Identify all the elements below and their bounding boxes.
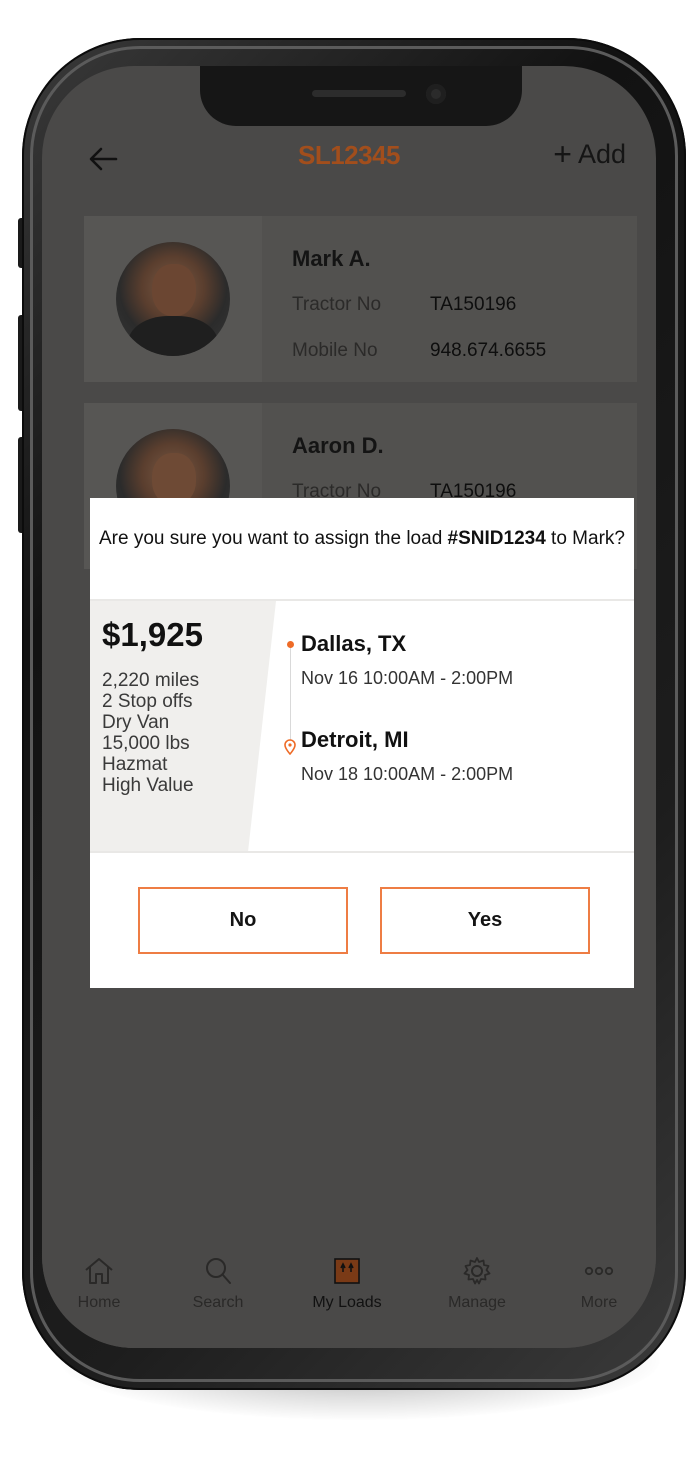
loads-icon bbox=[334, 1258, 360, 1284]
avatar-face bbox=[152, 264, 196, 316]
front-camera bbox=[426, 84, 446, 104]
load-id: #SNID1234 bbox=[447, 528, 546, 549]
driver-name: Aaron D. bbox=[292, 433, 384, 458]
nav-label-search: Search bbox=[192, 1294, 244, 1311]
driver-photo-column bbox=[84, 216, 262, 382]
yes-button[interactable]: Yes bbox=[380, 887, 590, 954]
nav-label-my-loads: My Loads bbox=[312, 1294, 382, 1311]
question-suffix: to Mark? bbox=[545, 528, 625, 549]
detail-equipment: Dry Van bbox=[102, 712, 170, 733]
detail-stops: 2 Stop offs bbox=[102, 691, 193, 712]
nav-item-more[interactable]: More bbox=[554, 1254, 644, 1312]
nav-item-manage[interactable]: Manage bbox=[432, 1254, 522, 1312]
search-icon bbox=[206, 1258, 231, 1284]
assign-load-dialog: Are you sure you want to assign the load… bbox=[90, 498, 634, 988]
mobile-label: Mobile No bbox=[292, 340, 378, 361]
load-price: $1,925 bbox=[102, 616, 203, 653]
route-line bbox=[290, 644, 291, 740]
origin-time: Nov 16 10:00AM - 2:00PM bbox=[301, 668, 514, 688]
no-button[interactable]: No bbox=[138, 887, 348, 954]
question-text: Are you sure you want to assign the load bbox=[99, 528, 448, 549]
bottom-navigation: Home Search My Loads Manage More bbox=[42, 1242, 656, 1348]
add-label: Add bbox=[577, 138, 626, 169]
nav-label-home: Home bbox=[77, 1294, 121, 1311]
destination-pin-icon bbox=[284, 739, 296, 755]
divider bbox=[90, 599, 634, 601]
tractor-number: TA150196 bbox=[430, 294, 517, 315]
add-button[interactable]: + Add bbox=[553, 138, 626, 170]
dialog-question: Are you sure you want to assign the load… bbox=[90, 526, 634, 552]
detail-weight: 15,000 lbs bbox=[102, 733, 190, 754]
plus-icon: + bbox=[553, 136, 572, 172]
home-icon bbox=[85, 1258, 113, 1284]
destination-time: Nov 18 10:00AM - 2:00PM bbox=[301, 764, 514, 784]
driver-name: Mark A. bbox=[292, 246, 371, 271]
notch bbox=[200, 66, 522, 126]
origin-dot-icon bbox=[287, 641, 294, 648]
origin-city: Dallas, TX bbox=[301, 631, 407, 656]
detail-miles: 2,220 miles bbox=[102, 670, 200, 691]
nav-item-search[interactable]: Search bbox=[173, 1254, 263, 1312]
mobile-number: 948.674.6655 bbox=[430, 340, 547, 361]
nav-item-home[interactable]: Home bbox=[54, 1254, 144, 1312]
detail-hazmat: Hazmat bbox=[102, 754, 168, 775]
detail-value: High Value bbox=[102, 775, 194, 796]
nav-item-my-loads[interactable]: My Loads bbox=[302, 1254, 392, 1312]
gear-icon bbox=[463, 1257, 491, 1285]
load-details: 2,220 miles 2 Stop offs Dry Van 15,000 l… bbox=[102, 670, 199, 796]
driver-card[interactable]: Mark A. Tractor No TA150196 Mobile No 94… bbox=[84, 216, 637, 382]
divider bbox=[90, 851, 634, 853]
nav-label-manage: Manage bbox=[448, 1294, 506, 1311]
more-icon bbox=[584, 1266, 614, 1276]
nav-label-more: More bbox=[580, 1294, 618, 1311]
speaker bbox=[312, 90, 406, 97]
phone-screen: SL12345 + Add Mark A. Tractor No TA15019… bbox=[42, 66, 656, 1348]
destination-city: Detroit, MI bbox=[301, 727, 409, 752]
tractor-label: Tractor No bbox=[292, 294, 382, 315]
avatar bbox=[116, 242, 230, 356]
avatar-body bbox=[128, 316, 218, 356]
